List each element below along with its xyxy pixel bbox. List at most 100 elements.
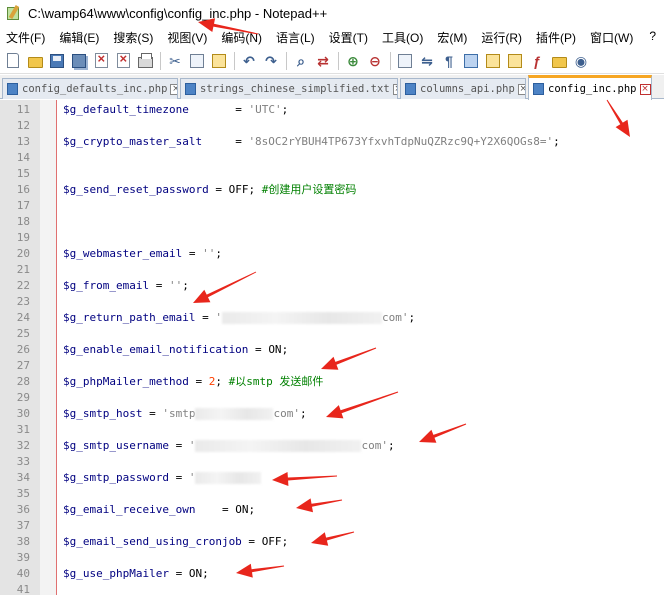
find-icon[interactable]: ⌕ (292, 52, 310, 70)
new-file-icon[interactable] (4, 52, 22, 70)
copy-icon[interactable] (188, 52, 206, 70)
code-line[interactable]: 12 (0, 118, 664, 134)
monitor-icon[interactable]: ◉ (572, 52, 590, 70)
cut-icon[interactable]: ✂ (166, 52, 184, 70)
assignment-operator: = (195, 503, 236, 516)
code-line[interactable]: 38 $g_email_send_using_cronjob = OFF; (0, 534, 664, 550)
wrap-icon[interactable]: ⇋ (418, 52, 436, 70)
code-line[interactable]: 23 (0, 294, 664, 310)
tab-strings-chinese-simplified[interactable]: strings_chinese_simplified.txt × (180, 78, 398, 99)
statement-terminator: ; (387, 439, 395, 452)
menu-tools[interactable]: 工具(O) (376, 29, 431, 46)
code-line[interactable]: 22 $g_from_email = ''; (0, 278, 664, 294)
menu-encoding[interactable]: 编码(N) (215, 29, 270, 46)
print-icon[interactable] (136, 52, 154, 70)
code-line[interactable]: 39 (0, 550, 664, 566)
code-line[interactable]: 16 $g_send_reset_password = OFF; #创建用户设置密… (0, 182, 664, 198)
replace-icon[interactable]: ⇄ (314, 52, 332, 70)
menu-settings[interactable]: 设置(T) (323, 29, 376, 46)
code-text: $g_smtp_password = ' (63, 470, 262, 486)
code-line[interactable]: 41 (0, 582, 664, 595)
menu-macro[interactable]: 宏(M) (431, 29, 475, 46)
save-all-icon[interactable] (70, 52, 88, 70)
code-line[interactable]: 27 (0, 358, 664, 374)
folder-workspace-icon[interactable] (550, 52, 568, 70)
redo-icon[interactable]: ↷ (262, 52, 280, 70)
menu-language[interactable]: 语言(L) (270, 29, 323, 46)
tab-config-defaults-inc[interactable]: config_defaults_inc.php × (2, 78, 178, 99)
menu-search[interactable]: 搜索(S) (107, 29, 161, 46)
code-line[interactable]: 36 $g_email_receive_own = ON; (0, 502, 664, 518)
code-line[interactable]: 14 (0, 150, 664, 166)
menu-plugins[interactable]: 插件(P) (530, 29, 584, 46)
variable-name: $g_email_send_using_cronjob (63, 535, 242, 548)
variable-name: $g_enable_email_notification (63, 343, 249, 356)
menu-window[interactable]: 窗口(W) (584, 29, 641, 46)
code-line[interactable]: 19 (0, 230, 664, 246)
tab-columns-api[interactable]: columns_api.php × (400, 78, 526, 99)
code-line[interactable]: 20 $g_webmaster_email = ''; (0, 246, 664, 262)
line-number: 31 (16, 423, 30, 436)
sync-scroll-icon[interactable] (396, 52, 414, 70)
tab-close-icon[interactable]: × (170, 83, 177, 95)
menu-edit[interactable]: 编辑(E) (53, 29, 107, 46)
indent-guide-icon[interactable] (462, 52, 480, 70)
redacted-value (195, 440, 362, 452)
menu-view[interactable]: 视图(V) (161, 29, 215, 46)
line-number: 21 (16, 263, 30, 276)
code-line[interactable]: 29 (0, 390, 664, 406)
code-line[interactable]: 31 (0, 422, 664, 438)
menu-bar: 文件(F) 编辑(E) 搜索(S) 视图(V) 编码(N) 语言(L) 设置(T… (0, 26, 664, 48)
notepad-plus-plus-icon (6, 4, 22, 21)
code-line[interactable]: 18 (0, 214, 664, 230)
line-number: 15 (16, 167, 30, 180)
code-line[interactable]: 17 (0, 198, 664, 214)
assignment-operator: = (195, 311, 216, 324)
code-text: $g_return_path_email = ' com'; (63, 310, 415, 326)
line-number: 20 (16, 247, 30, 260)
tab-close-icon[interactable]: × (392, 83, 397, 95)
statement-terminator: ; (281, 343, 289, 356)
zoom-out-icon[interactable]: ⊖ (366, 52, 384, 70)
function-list-icon[interactable]: ƒ (528, 52, 546, 70)
code-line[interactable]: 37 (0, 518, 664, 534)
code-line[interactable]: 32 $g_smtp_username = ' com'; (0, 438, 664, 454)
value-literal: ON (235, 503, 249, 516)
code-line[interactable]: 33 (0, 454, 664, 470)
paste-icon[interactable] (210, 52, 228, 70)
code-line[interactable]: 15 (0, 166, 664, 182)
code-line[interactable]: 30 $g_smtp_host = 'smtp com'; (0, 406, 664, 422)
show-all-chars-icon[interactable]: ¶ (440, 52, 458, 70)
code-line[interactable]: 40 $g_use_phpMailer = ON; (0, 566, 664, 582)
tab-close-icon[interactable]: × (517, 83, 525, 95)
code-line[interactable]: 35 (0, 486, 664, 502)
code-line[interactable]: 34 $g_smtp_password = ' (0, 470, 664, 486)
close-file-icon[interactable] (92, 51, 110, 70)
code-line[interactable]: 21 (0, 262, 664, 278)
code-line[interactable]: 25 (0, 326, 664, 342)
code-line[interactable]: 28 $g_phpMailer_method = 2; #以smtp 发送邮件 (0, 374, 664, 390)
undo-icon[interactable]: ↶ (240, 52, 258, 70)
open-folder-icon[interactable] (26, 52, 44, 70)
tab-close-icon[interactable]: × (639, 83, 651, 95)
line-number: 36 (16, 503, 30, 516)
line-number: 22 (16, 279, 30, 292)
zoom-in-icon[interactable]: ⊕ (344, 52, 362, 70)
code-editor[interactable]: 11 $g_default_timezone = 'UTC'; 12 13 $g_cry… (0, 100, 664, 595)
menu-file[interactable]: 文件(F) (0, 29, 53, 46)
code-line[interactable]: 11 $g_default_timezone = 'UTC'; (0, 102, 664, 118)
line-number: 13 (16, 135, 30, 148)
save-icon[interactable] (48, 52, 66, 70)
code-line[interactable]: 26 $g_enable_email_notification = ON; (0, 342, 664, 358)
tab-config-inc[interactable]: config_inc.php × (528, 75, 652, 100)
doc-map-icon[interactable] (506, 52, 524, 70)
code-comment: #以smtp 发送邮件 (221, 375, 324, 388)
code-line[interactable]: 13 $g_crypto_master_salt = '8sOC2rYBUH4TP… (0, 134, 664, 150)
user-lang-icon[interactable] (484, 52, 502, 70)
statement-terminator: ; (299, 407, 307, 420)
menu-help[interactable]: ? (649, 29, 656, 43)
line-number: 19 (16, 231, 30, 244)
menu-run[interactable]: 运行(R) (475, 29, 530, 46)
close-all-icon[interactable] (114, 51, 132, 70)
code-line[interactable]: 24 $g_return_path_email = ' com'; (0, 310, 664, 326)
